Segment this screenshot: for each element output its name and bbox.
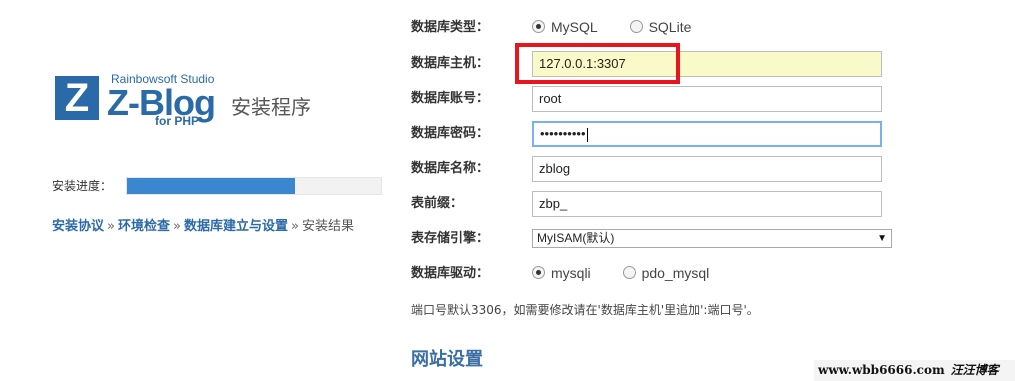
driver-pdo-mysql-option[interactable]: pdo_mysql <box>622 264 710 282</box>
driver-pdo-mysql-label: pdo_mysql <box>641 265 710 281</box>
step-separator: » <box>290 219 299 234</box>
driver-mysqli-option[interactable]: mysqli <box>532 264 591 282</box>
logo-z-mark: Z <box>55 76 99 120</box>
db-type-sqlite-option[interactable]: SQLite <box>629 18 692 36</box>
db-pass-input[interactable]: •••••••••• <box>532 121 882 147</box>
text-caret <box>586 127 588 142</box>
radio-unchecked-icon[interactable] <box>629 20 643 33</box>
highlight-annotation-box <box>515 43 680 84</box>
step-separator: » <box>173 219 181 234</box>
watermark-url: www.wbb6666.com <box>818 363 945 377</box>
engine-selected-value: MyISAM(默认) <box>537 231 615 245</box>
db-pass-label: 数据库密码： <box>411 126 490 141</box>
db-pass-masked-value: •••••••••• <box>540 126 586 141</box>
driver-label: 数据库驱动： <box>411 266 490 281</box>
db-type-mysql-option[interactable]: MySQL <box>532 18 598 36</box>
step-result: 安装结果 <box>301 219 354 234</box>
driver-radio-group: mysqli pdo_mysql <box>532 264 737 282</box>
step-env-check[interactable]: 环境检查 <box>118 219 170 234</box>
watermark-signature: 汪汪博客 <box>950 363 999 377</box>
dropdown-arrow-icon[interactable]: ▼ <box>877 230 887 247</box>
install-steps-breadcrumb: 安装协议» 环境检查» 数据库建立与设置» 安装结果 <box>52 218 354 236</box>
step-license[interactable]: 安装协议 <box>52 219 104 234</box>
driver-mysqli-label: mysqli <box>551 265 591 281</box>
install-progress-fill <box>127 178 295 194</box>
radio-unchecked-icon[interactable] <box>622 266 636 279</box>
db-user-input[interactable]: root <box>532 86 882 112</box>
table-prefix-label: 表前缀： <box>411 196 464 211</box>
install-progress-bar <box>126 177 382 195</box>
progress-label: 安装进度： <box>52 179 113 193</box>
watermark: www.wbb6666.com 汪汪博客 <box>814 360 1015 381</box>
zblog-logo: Z Rainbowsoft Studio Z-Blog for PHP 安装程序 <box>55 72 325 134</box>
db-user-label: 数据库账号： <box>411 91 490 106</box>
logo-for-php-text: for PHP <box>155 114 200 128</box>
db-type-sqlite-label: SQLite <box>648 19 692 35</box>
db-type-label: 数据库类型： <box>411 20 490 35</box>
db-name-input[interactable]: zblog <box>532 156 882 182</box>
port-hint-text: 端口号默认3306，如需要修改请在'数据库主机'里追加':端口号'。 <box>411 303 759 317</box>
db-type-radio-group: MySQL SQLite <box>532 18 719 36</box>
db-type-mysql-label: MySQL <box>551 19 598 35</box>
engine-label: 表存储引擎： <box>411 231 490 246</box>
step-separator: » <box>107 219 115 234</box>
site-settings-heading: 网站设置 <box>411 349 483 370</box>
engine-select[interactable]: MyISAM(默认) ▼ <box>532 229 892 248</box>
db-host-label: 数据库主机： <box>411 56 490 71</box>
radio-checked-icon[interactable] <box>532 20 545 33</box>
table-prefix-input[interactable]: zbp_ <box>532 191 882 217</box>
step-db-setup[interactable]: 数据库建立与设置 <box>184 219 288 234</box>
radio-checked-icon[interactable] <box>532 266 545 279</box>
db-name-label: 数据库名称： <box>411 161 490 176</box>
installer-title: 安装程序 <box>231 95 311 119</box>
